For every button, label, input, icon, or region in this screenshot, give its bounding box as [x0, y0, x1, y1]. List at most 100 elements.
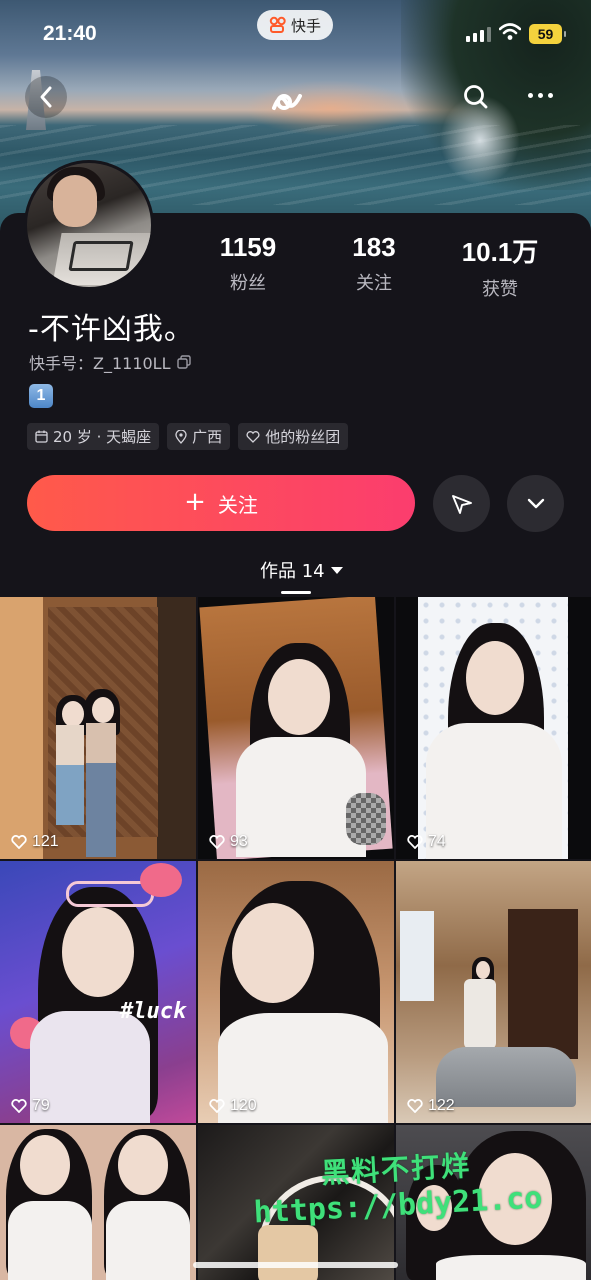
- wall-panel: [400, 911, 434, 1001]
- location-icon: [175, 429, 187, 444]
- wifi-icon: [499, 23, 521, 40]
- copy-icon[interactable]: [176, 355, 191, 369]
- caret-down-icon: [330, 566, 343, 574]
- post-thumbnail[interactable]: [0, 1125, 196, 1280]
- figure-face: [268, 659, 330, 735]
- figure-face: [118, 1135, 168, 1195]
- doorway: [508, 909, 578, 1059]
- calendar-icon: [35, 430, 48, 443]
- sticker: [258, 1225, 318, 1280]
- tab-works-label: 作品 14: [260, 561, 325, 582]
- post-thumbnail[interactable]: 121: [0, 597, 196, 859]
- figure-body: [86, 723, 116, 857]
- stat-likes[interactable]: 10.1万 获赞: [445, 232, 555, 301]
- paper-plane-icon: [451, 494, 472, 514]
- status-time: 21:40: [43, 22, 97, 45]
- sink-counter: [436, 1047, 576, 1107]
- figure-body: [464, 979, 496, 1049]
- app-indicator-pill[interactable]: 快手: [257, 10, 333, 40]
- heart-outline-icon: [11, 835, 27, 849]
- battery-indicator: 59: [529, 24, 566, 44]
- heart-icon: [246, 430, 260, 443]
- tag-location: 广西: [167, 423, 231, 450]
- post-likes: 122: [407, 1097, 455, 1115]
- search-icon[interactable]: [462, 83, 490, 111]
- plus-icon: +: [184, 486, 206, 517]
- stat-value: 183: [352, 232, 396, 262]
- figure-face: [20, 1135, 70, 1195]
- post-likes: 74: [407, 833, 446, 851]
- profile-name: -不许凶我。: [28, 312, 195, 347]
- post-likes: 79: [11, 1097, 50, 1115]
- post-thumbnail[interactable]: 74: [396, 597, 591, 859]
- more-options-icon[interactable]: [528, 93, 553, 98]
- figure-shirt: [426, 723, 562, 859]
- kuaishou-id-text: 快手号：Z_1110LL: [29, 354, 171, 373]
- stat-label: 关注: [356, 273, 392, 294]
- tag-age-zodiac: 20 岁 · 天蝎座: [27, 423, 160, 450]
- stat-fans[interactable]: 1159 粉丝: [193, 232, 303, 295]
- stat-following[interactable]: 183 关注: [319, 232, 429, 295]
- post-likes: 121: [11, 833, 59, 851]
- post-thumbnail[interactable]: #luck 79: [0, 861, 196, 1123]
- heart-outline-icon: [209, 1099, 225, 1113]
- likes-count: 120: [230, 1097, 257, 1114]
- likes-count: 121: [32, 833, 59, 850]
- signal-icon: [466, 27, 491, 42]
- post-thumbnail[interactable]: 120: [198, 861, 394, 1123]
- figure-face: [466, 641, 524, 715]
- profile-tags: 20 岁 · 天蝎座 广西 他的粉丝团: [27, 423, 349, 450]
- kuaishou-id[interactable]: 快手号：Z_1110LL: [29, 350, 191, 374]
- home-indicator[interactable]: [193, 1262, 398, 1268]
- heart-outline-icon: [407, 1099, 423, 1113]
- bear-sticker: [140, 863, 182, 897]
- stat-label: 粉丝: [230, 273, 266, 294]
- status-bar: 21:40 快手 59: [0, 0, 591, 66]
- send-message-button[interactable]: [433, 475, 490, 532]
- figure-shirt: [236, 737, 366, 857]
- figure-shirt: [436, 1255, 586, 1280]
- follow-button[interactable]: + 关注: [27, 475, 415, 531]
- tab-active-indicator: [281, 591, 311, 594]
- figure-shirt: [8, 1201, 92, 1280]
- chevron-down-icon: [527, 498, 544, 508]
- heart-outline-icon: [209, 835, 225, 849]
- follow-label: 关注: [217, 492, 258, 517]
- figure-face: [92, 697, 114, 723]
- post-likes: 120: [209, 1097, 257, 1115]
- tag-text: 他的粉丝团: [265, 428, 341, 446]
- tag-text: 广西: [192, 428, 223, 446]
- tag-fan-club[interactable]: 他的粉丝团: [238, 423, 349, 450]
- likes-count: 122: [428, 1097, 455, 1114]
- heart-outline-icon: [11, 1099, 27, 1113]
- battery-level: 59: [537, 26, 554, 42]
- mosaic-blur: [346, 793, 386, 845]
- stat-label: 获赞: [482, 279, 518, 300]
- expand-more-button[interactable]: [507, 475, 564, 532]
- luck-overlay-text: #luck: [120, 999, 187, 1024]
- stat-value: 10.1万: [461, 237, 539, 267]
- avatar[interactable]: [24, 160, 154, 290]
- avatar-face: [53, 175, 97, 227]
- likes-count: 74: [428, 833, 446, 850]
- figure-face: [62, 701, 84, 727]
- tab-works[interactable]: 作品 14: [260, 557, 343, 583]
- figure-face: [232, 903, 314, 1003]
- app-name: 快手: [290, 16, 321, 35]
- avatar-grate: [68, 241, 134, 271]
- post-likes: 93: [209, 833, 248, 851]
- chevron-left-icon: [40, 86, 52, 108]
- stat-value: 1159: [219, 232, 277, 262]
- figure-face: [476, 961, 490, 979]
- likes-count: 93: [230, 833, 248, 850]
- likes-count: 79: [32, 1097, 50, 1114]
- post-thumbnail[interactable]: 93: [198, 597, 394, 859]
- post-thumbnail[interactable]: 122: [396, 861, 591, 1123]
- keycap-one-emoji: 1: [29, 384, 53, 408]
- heart-outline-icon: [407, 835, 423, 849]
- back-button[interactable]: [25, 76, 67, 118]
- figure-shirt: [106, 1201, 190, 1280]
- figure-face: [62, 907, 134, 997]
- figure-body: [56, 725, 84, 825]
- tag-text: 20 岁 · 天蝎座: [53, 428, 152, 446]
